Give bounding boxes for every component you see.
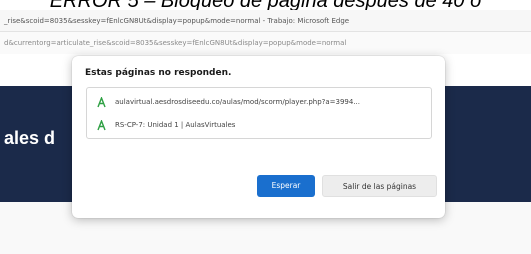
page-url: aulavirtual.aesdrosdiseedu.co/aulas/mod/… — [115, 98, 360, 106]
address-bar[interactable]: d&currentorg=articulate_rise&scoid=8035&… — [0, 32, 531, 54]
dialog-title: Estas páginas no responden. — [85, 68, 232, 78]
address-url: d&currentorg=articulate_rise&scoid=8035&… — [4, 39, 347, 47]
exit-pages-button[interactable]: Salir de las páginas — [322, 175, 437, 197]
page-heading: ales d — [4, 128, 56, 148]
list-item: RS-CP-7: Unidad 1 | AulasVirtuales — [87, 113, 431, 137]
window-title-bar: _rise&scoid=8035&sesskey=fEnlcGN8Ut&disp… — [0, 10, 531, 32]
unresponsive-pages-dialog: Estas páginas no responden. aulavirtual.… — [72, 56, 445, 218]
page-icon — [93, 119, 109, 131]
unresponsive-page-list: aulavirtual.aesdrosdiseedu.co/aulas/mod/… — [86, 87, 432, 139]
page-title: RS-CP-7: Unidad 1 | AulasVirtuales — [115, 121, 236, 129]
list-item: aulavirtual.aesdrosdiseedu.co/aulas/mod/… — [87, 90, 431, 114]
wait-button[interactable]: Esperar — [257, 175, 315, 197]
page-icon — [93, 96, 109, 108]
window-title: _rise&scoid=8035&sesskey=fEnlcGN8Ut&disp… — [4, 17, 350, 25]
